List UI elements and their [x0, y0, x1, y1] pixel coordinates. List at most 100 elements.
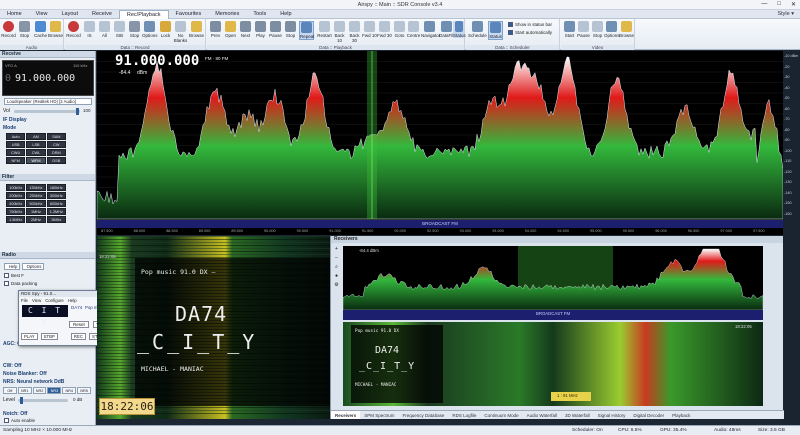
notch-title[interactable]: Notch: Off [3, 411, 27, 417]
show-in-status-bar-check[interactable]: Show in status bar [508, 22, 552, 27]
centre-button[interactable]: Centre [406, 21, 421, 38]
filter-button-12[interactable]: 1.5MHz [6, 216, 26, 223]
menu-view[interactable]: View [29, 10, 55, 19]
playback-status-button[interactable]: Status [453, 21, 466, 38]
audio-stop-button[interactable]: Stop [17, 21, 32, 38]
datafile-filters-button[interactable]: DataFile [439, 21, 456, 38]
vfo-display[interactable]: VFO A 110 kHz 0 91.000.000 [2, 60, 94, 96]
frequency-axis[interactable]: 87.500 88.000 88.500 89.000 89.500 90.000 90.5… [97, 229, 783, 235]
audio-browse-button[interactable]: Browse [48, 21, 63, 38]
play-button[interactable]: Play [253, 21, 268, 38]
prev-button[interactable]: Prev [208, 21, 223, 38]
receiver-spectrum[interactable]: -84.4 dBm BROADCAST FM [342, 246, 764, 320]
data-is-button[interactable]: IS [82, 21, 97, 38]
tab-rds-logfile[interactable]: RDS Logfile [448, 411, 480, 419]
scheduler-status-button[interactable]: Status [488, 21, 503, 40]
zoom-in-icon[interactable]: + [335, 246, 338, 252]
stop-button[interactable]: Stop [283, 21, 298, 38]
settings-icon[interactable]: ⚙ [334, 282, 338, 288]
audio-record-button[interactable]: Record [1, 21, 16, 38]
menu-tools[interactable]: Tools [246, 10, 273, 19]
data-browse-button[interactable]: Browse [189, 21, 204, 38]
filter-button-9[interactable]: 750kHz [6, 208, 26, 215]
filter-button-2[interactable]: 180kHz [46, 184, 66, 191]
tab-signal-history[interactable]: Signal History [594, 411, 630, 419]
noise-blanker-title[interactable]: Noise Blanker: Off [3, 371, 47, 377]
restart-button[interactable]: Restart [317, 21, 332, 38]
mode-button-drm[interactable]: DRM [46, 149, 66, 156]
filter-button-3[interactable]: 200kHz [6, 192, 26, 199]
audio-device-select[interactable]: Loudspeaker (Realtek HD) [2 Audio] [4, 98, 92, 105]
tab-frequency-database[interactable]: Frequency Database [399, 411, 449, 419]
mode-button-cw[interactable]: CW [46, 141, 66, 148]
menu-favourites[interactable]: Favourites [169, 10, 209, 19]
data-sib-button[interactable]: SIB [112, 21, 127, 38]
video-pause-button[interactable]: Pause [576, 21, 591, 38]
vfo-frequency[interactable]: 91.000.000 [15, 73, 75, 84]
rds-menu-file[interactable]: File [21, 298, 28, 303]
menu-home[interactable]: Home [0, 10, 29, 19]
menu-receive[interactable]: Receive [85, 10, 119, 19]
mode-button-auto[interactable]: Auto [6, 133, 26, 140]
back-10-button[interactable]: Back 10 [332, 21, 347, 43]
mode-button-cwl[interactable]: CWL [26, 149, 46, 156]
filter-button-8[interactable]: 600kHz [46, 200, 66, 207]
best-f-check[interactable]: Best F [4, 273, 24, 278]
goto-button[interactable]: Goto [392, 21, 407, 38]
mode-button-am[interactable]: AM [26, 133, 46, 140]
rds-reset-button[interactable]: Reset [69, 321, 89, 328]
schedule-button[interactable]: Schedule [468, 21, 487, 38]
nrs-button-nr4[interactable]: NR4 [62, 387, 77, 394]
volume-thumb[interactable] [76, 108, 79, 115]
nrs-button-nr2[interactable]: NR2 [32, 387, 47, 394]
auto-enable-check[interactable]: Auto enable [4, 418, 35, 423]
repeat-button[interactable]: Repeat [299, 21, 315, 40]
nrs-button-nr5[interactable]: NR5 [77, 387, 91, 394]
help-button[interactable]: Help [4, 263, 20, 270]
tab-receivers[interactable]: Receivers [331, 411, 361, 419]
data-options-button[interactable]: Options [142, 21, 158, 38]
filter-button-0[interactable]: 100kHz [6, 184, 26, 191]
nrs-title[interactable]: NRS: Neural network DdB [3, 379, 64, 385]
level-thumb[interactable] [20, 397, 23, 404]
pause-button[interactable]: Pause [268, 21, 283, 38]
filter-button-10[interactable]: 1MHz [26, 208, 46, 215]
data-no-blanks-button[interactable]: No Blanks [173, 21, 188, 43]
tab-spm-spectrum[interactable]: SPM Spectrum [360, 411, 398, 419]
mode-button-wfm[interactable]: WFM [26, 157, 46, 164]
record-icon[interactable]: ● [335, 273, 338, 279]
rds-menu-help[interactable]: Help [68, 298, 77, 303]
navigator-button[interactable]: Navigator [421, 21, 440, 38]
cw-title[interactable]: CW: Off [3, 363, 22, 369]
tab-continuum-mode[interactable]: Continuum Mode [480, 411, 522, 419]
minimize-button[interactable]: — [761, 1, 767, 8]
start-automatically-check[interactable]: Start automatically [508, 30, 552, 35]
audio-cache-button[interactable]: Cache [33, 21, 48, 38]
mode-button-cwu[interactable]: CWU [6, 149, 26, 156]
tab-playback[interactable]: Playback [668, 411, 694, 419]
menu-rec-playback[interactable]: Rec/Playback [118, 9, 169, 19]
spectrum-display[interactable]: 91.000.000 -84.4 dBm FM · 80 FM BROADCAS… [97, 51, 783, 235]
forward-30-button[interactable]: Fwd 30 [377, 21, 392, 38]
mode-button-sam[interactable]: SAM [46, 133, 66, 140]
filter-button-13[interactable]: 2MHz [26, 216, 46, 223]
data-record-button[interactable]: Record [66, 21, 81, 38]
filter-button-4[interactable]: 250kHz [26, 192, 46, 199]
menu-memories[interactable]: Memories [208, 10, 246, 19]
filter-button-6[interactable]: 400kHz [6, 200, 26, 207]
data-all-button[interactable]: All [97, 21, 112, 38]
mode-button-nfm[interactable]: NFM [6, 157, 26, 164]
rds-menu-configure[interactable]: Configure [45, 298, 64, 303]
magnifier-icon[interactable]: ⌕ [335, 264, 338, 270]
tab-audio-waterfall[interactable]: Audio Waterfall [523, 411, 561, 419]
tab-digital-decoder[interactable]: Digital Decoder [629, 411, 668, 419]
nrs-button-off[interactable]: Off [3, 387, 17, 394]
mode-button-lsb[interactable]: LSB [26, 141, 46, 148]
video-stop-button[interactable]: Stop [590, 21, 605, 38]
open-button[interactable]: Open [223, 21, 238, 38]
receiver-waterfall[interactable]: 1 : 91 MHz 18:22:05 Pop music 91.0 DX DA… [343, 322, 763, 406]
tab-3d-waterfall[interactable]: 3D Waterfall [561, 411, 594, 419]
video-start-button[interactable]: Start [562, 21, 577, 38]
rds-play-button[interactable]: PLAY [21, 333, 38, 340]
video-browse-button[interactable]: Browse [619, 21, 634, 38]
